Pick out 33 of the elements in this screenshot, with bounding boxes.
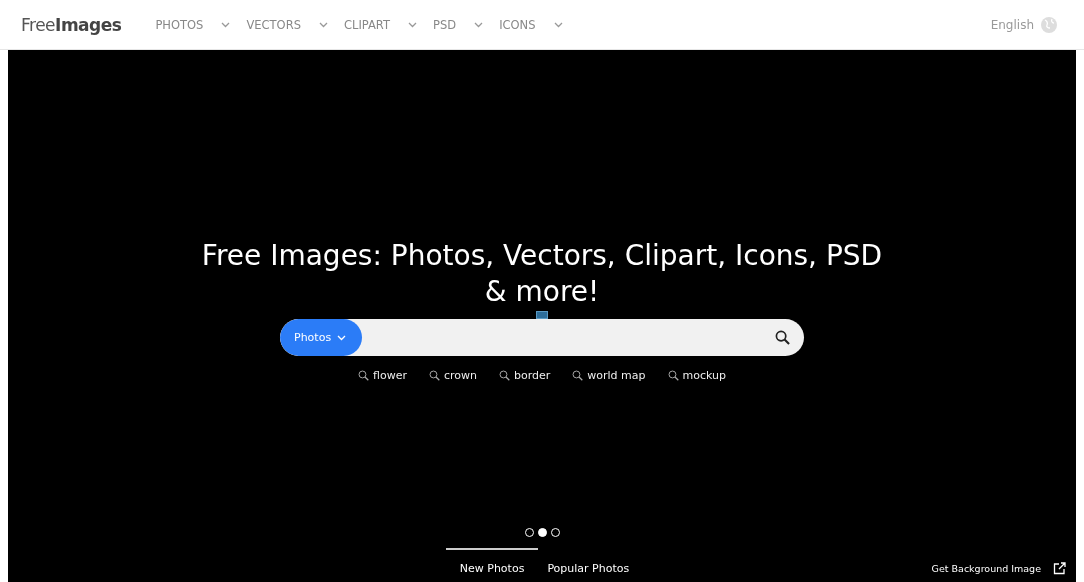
suggestion-link[interactable]: mockup (667, 369, 726, 382)
chevron-down-icon (408, 21, 418, 28)
chevron-down-icon (221, 21, 231, 28)
suggestion-link[interactable]: flower (358, 369, 407, 382)
chevron-down-icon (474, 21, 484, 28)
photos-tab[interactable]: New Photos (445, 548, 539, 582)
nav-menu-item[interactable]: PSD (433, 17, 484, 32)
external-link-icon (1053, 562, 1066, 575)
chevron-down-icon (337, 334, 347, 341)
suggestion-link[interactable]: world map (572, 369, 646, 382)
hero-title: Free Images: Photos, Vectors, Clipart, Icons, PSD & more! (200, 238, 884, 310)
logo[interactable]: FreeImages (21, 14, 122, 35)
chevron-down-icon (318, 21, 328, 28)
search-icon (775, 330, 790, 345)
photos-tab[interactable]: Popular Photos (538, 548, 639, 582)
search-bar[interactable]: Photos (280, 319, 804, 356)
suggestion-link[interactable]: border (498, 369, 551, 382)
suggestion-link[interactable]: crown (428, 369, 477, 382)
nav-menu-item[interactable]: PHOTOS (155, 17, 231, 32)
background-image-link[interactable]: Get Background Image (931, 562, 1066, 575)
search-icon (428, 370, 440, 381)
broken-image-icon (536, 311, 548, 319)
nav-menu-item[interactable]: ICONS (499, 17, 563, 32)
search-icon (498, 370, 510, 381)
globe-icon (1040, 15, 1058, 34)
nav-menu-item[interactable]: CLIPART (343, 17, 418, 32)
search-icon (667, 370, 679, 381)
chevron-down-icon (553, 21, 563, 28)
search-icon (358, 370, 369, 381)
nav-menu-item[interactable]: VECTORS (246, 17, 328, 32)
slide-dot[interactable] (537, 528, 547, 537)
category-dropdown[interactable]: Photos (280, 319, 363, 356)
search-icon (572, 370, 584, 381)
